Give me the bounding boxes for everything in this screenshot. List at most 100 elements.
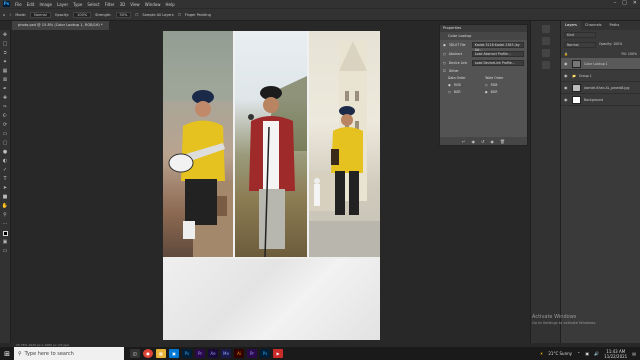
layer-filter-select[interactable]: Kind — [564, 32, 596, 38]
zoom-tool-icon[interactable]: ⚲ — [1, 211, 10, 219]
opacity-field[interactable]: Opacity: 100% — [599, 42, 622, 48]
eye-icon[interactable]: ◉ — [564, 61, 569, 66]
notifications-icon[interactable]: ▤ — [632, 351, 636, 356]
menu-edit[interactable]: Edit — [27, 2, 35, 7]
close-icon[interactable]: ✕ — [633, 0, 637, 6]
marquee-tool-icon[interactable]: □ — [1, 40, 10, 48]
menu-layer[interactable]: Layer — [57, 2, 68, 7]
hand-tool-icon[interactable]: ✋ — [1, 202, 10, 210]
layer-row[interactable]: ◉ Jasmiel-Khan-XL_pexels8.jpg — [561, 82, 640, 94]
frame-tool-icon[interactable]: ⊠ — [1, 76, 10, 84]
strength-field[interactable]: 50% — [115, 11, 132, 18]
weather-text[interactable]: 21°C Sunny — [548, 351, 572, 356]
color-swatches-icon[interactable] — [1, 229, 10, 237]
eye-icon[interactable]: ◉ — [564, 85, 569, 90]
illustrator-icon[interactable]: Ai — [234, 349, 244, 358]
task-view-icon[interactable]: ◫ — [130, 349, 140, 358]
layer-row[interactable]: ◉ Background — [561, 94, 640, 106]
menu-file[interactable]: File — [15, 2, 22, 7]
devicelink-radio[interactable]: ○ — [443, 61, 446, 65]
shape-tool-icon[interactable]: ■ — [1, 193, 10, 201]
store-icon[interactable]: ▣ — [169, 349, 179, 358]
clip-to-layer-icon[interactable]: ↵ — [462, 139, 465, 144]
tab-channels[interactable]: Channels — [581, 21, 606, 30]
path-select-icon[interactable]: ➤ — [1, 184, 10, 192]
move-tool-icon[interactable]: ✥ — [1, 31, 10, 39]
aftereffects-icon[interactable]: Ae — [208, 349, 218, 358]
photoshop-icon[interactable]: Ps — [182, 349, 192, 358]
document-canvas[interactable] — [163, 31, 380, 340]
blend-mode-select[interactable]: Normal — [564, 42, 596, 48]
menu-select[interactable]: Select — [87, 2, 99, 7]
3dlut-radio[interactable]: ◉ — [443, 43, 446, 47]
abstract-select[interactable]: Load Abstract Profile... — [471, 50, 524, 57]
menu-view[interactable]: View — [130, 2, 140, 7]
color-panel-icon[interactable] — [541, 25, 550, 33]
adjustments-panel-icon[interactable] — [541, 49, 550, 57]
menu-image[interactable]: Image — [39, 2, 52, 7]
lock-icon[interactable]: 🔒 — [564, 52, 568, 56]
media-encoder-icon[interactable]: Me — [221, 349, 231, 358]
home-icon[interactable]: ⌂ — [3, 13, 5, 17]
blur-tool-icon[interactable]: ● — [1, 148, 10, 156]
file-explorer-icon[interactable]: ▩ — [156, 349, 166, 358]
finger-painting-checkbox[interactable]: ☐ — [178, 13, 181, 17]
healing-brush-icon[interactable]: ✚ — [1, 94, 10, 102]
clock[interactable]: 11:43 AM 11/22/2021 — [604, 349, 627, 359]
mode-select[interactable]: Normal — [30, 11, 51, 18]
libraries-panel-icon[interactable] — [541, 61, 550, 69]
more-tools-icon[interactable]: ⋯ — [1, 220, 10, 228]
menu-type[interactable]: Type — [73, 2, 82, 7]
pen-tool-icon[interactable]: ✓ — [1, 166, 10, 174]
dodge-tool-icon[interactable]: ◐ — [1, 157, 10, 165]
menu-3d[interactable]: 3D — [120, 2, 126, 7]
eraser-tool-icon[interactable]: ▭ — [1, 130, 10, 138]
layer-row[interactable]: ◉ 📁 Group 1 — [561, 70, 640, 82]
table-order-rgb-radio[interactable]: ○ — [485, 83, 488, 87]
3dlut-select[interactable]: Kodak 5218 Kodak 2383 (by Ad... — [471, 41, 524, 52]
windows-start-icon[interactable]: ⊞ — [0, 347, 14, 360]
data-order-rgb-radio[interactable]: ◉ — [448, 83, 451, 87]
minimize-icon[interactable]: – — [614, 0, 617, 6]
menu-help[interactable]: Help — [165, 2, 174, 7]
photoshop-2-icon[interactable]: Ps — [260, 349, 270, 358]
premiere-icon[interactable]: Pr — [195, 349, 205, 358]
brush-tool-icon[interactable]: ✑ — [1, 103, 10, 111]
tab-paths[interactable]: Paths — [606, 21, 624, 30]
abstract-radio[interactable]: ○ — [443, 52, 446, 56]
app-icon[interactable]: ▶ — [273, 349, 283, 358]
network-icon[interactable]: ▣ — [585, 351, 589, 356]
premiere-2-icon[interactable]: Pr — [247, 349, 257, 358]
visibility-icon[interactable]: ◉ — [490, 139, 494, 144]
chrome-icon[interactable]: ● — [143, 349, 153, 358]
fill-field[interactable]: Fill: 100% — [622, 52, 637, 56]
maximize-icon[interactable]: □ — [622, 0, 627, 6]
swatches-panel-icon[interactable] — [541, 37, 550, 45]
taskbar-search[interactable]: ⚲ Type here to search — [14, 347, 124, 360]
eyedropper-tool-icon[interactable]: ✒ — [1, 85, 10, 93]
dither-checkbox[interactable]: ☑ — [443, 69, 446, 73]
eye-icon[interactable]: ◉ — [564, 73, 569, 78]
volume-icon[interactable]: 🔊 — [594, 351, 599, 356]
tray-arrow-icon[interactable]: ⌃ — [577, 351, 580, 356]
lasso-tool-icon[interactable]: ➲ — [1, 49, 10, 57]
screen-mode-icon[interactable]: ▭ — [1, 247, 10, 255]
sample-all-layers-checkbox[interactable]: ☐ — [135, 13, 138, 17]
gradient-tool-icon[interactable]: ▢ — [1, 139, 10, 147]
table-order-bgr-radio[interactable]: ◉ — [485, 90, 488, 94]
menu-window[interactable]: Window — [145, 2, 161, 7]
delete-adjustment-icon[interactable]: 🗑 — [500, 139, 505, 144]
menu-filter[interactable]: Filter — [105, 2, 115, 7]
stamp-tool-icon[interactable]: ☪ — [1, 112, 10, 120]
layer-row[interactable]: ◉ Color Lookup 1 — [561, 58, 640, 70]
opacity-field[interactable]: 100% — [73, 11, 92, 18]
data-order-bgr-radio[interactable]: ○ — [448, 90, 451, 94]
reset-icon[interactable]: ↺ — [481, 139, 484, 144]
smudge-tool-icon[interactable]: ☝ — [9, 13, 11, 17]
devicelink-select[interactable]: Load DeviceLink Profile... — [471, 59, 524, 66]
tab-layers[interactable]: Layers — [561, 21, 581, 30]
quick-select-tool-icon[interactable]: ✦ — [1, 58, 10, 66]
crop-tool-icon[interactable]: ▦ — [1, 67, 10, 75]
eye-icon[interactable]: ◉ — [564, 97, 569, 102]
type-tool-icon[interactable]: T — [1, 175, 10, 183]
